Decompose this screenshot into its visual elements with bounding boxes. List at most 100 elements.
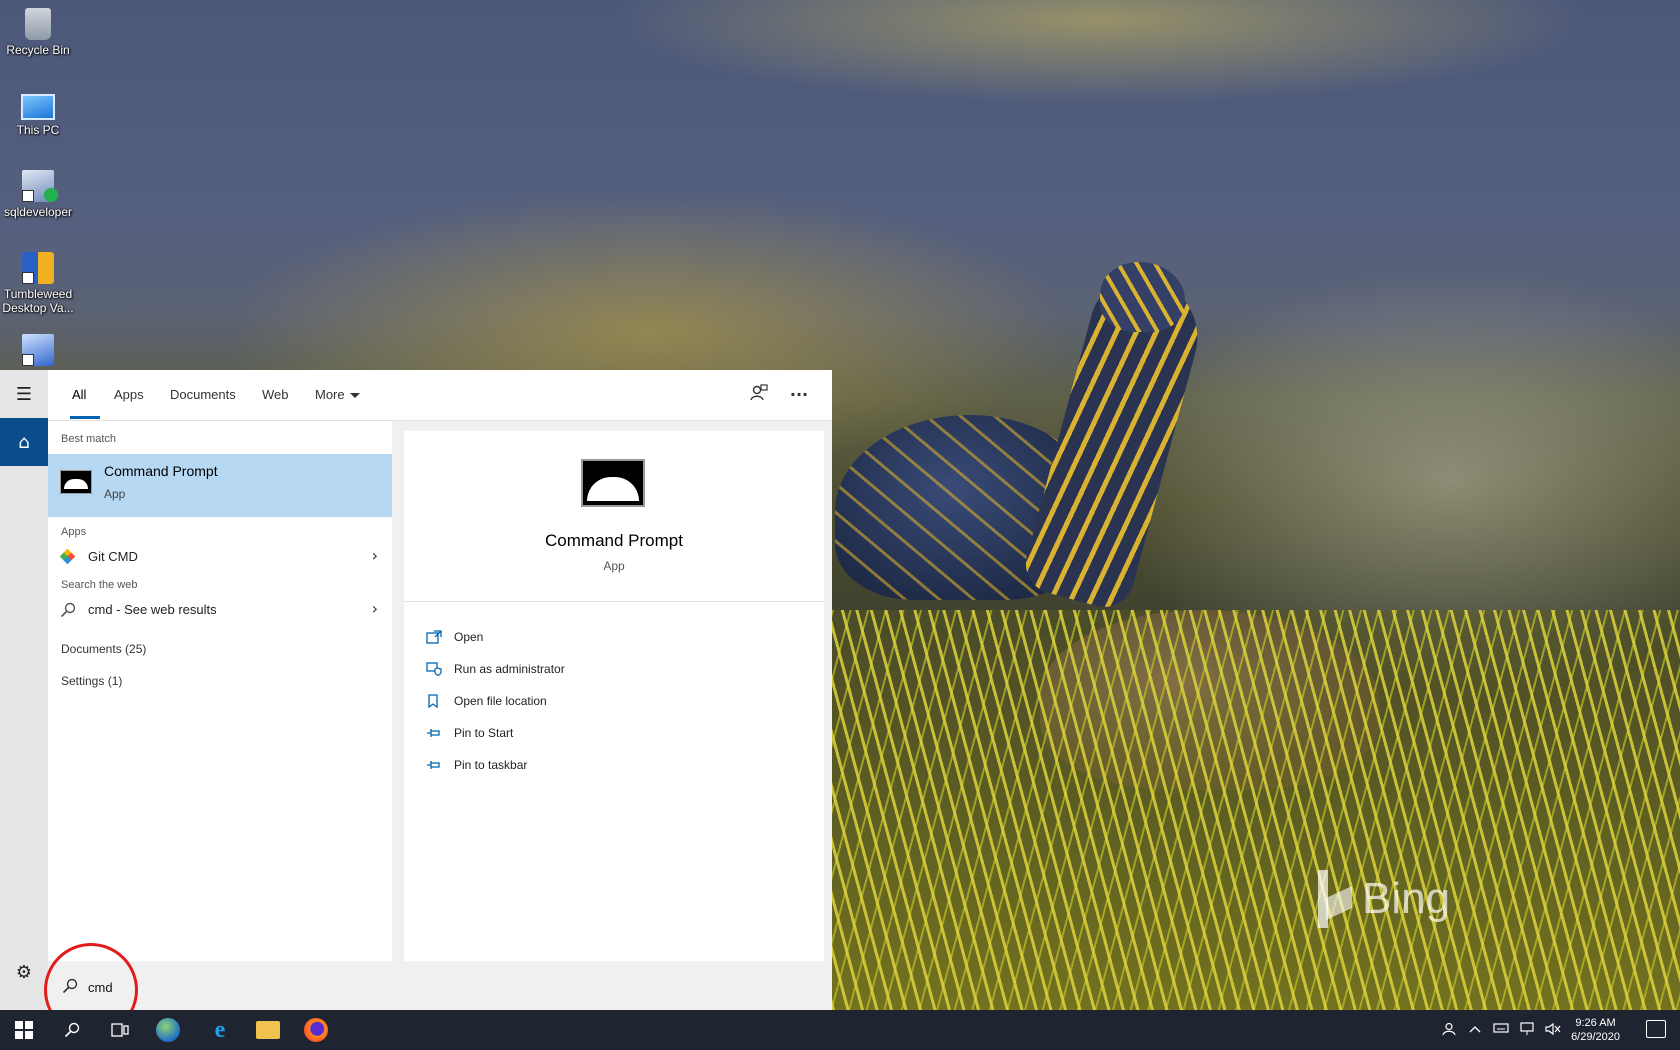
action-open-file-location[interactable]: Open file location (426, 691, 806, 715)
documents-category[interactable]: Documents (25) (61, 642, 146, 656)
command-prompt-icon (60, 470, 92, 494)
task-view-icon (111, 1023, 129, 1037)
hamburger-icon: ☰ (15, 383, 33, 405)
desktop-icon-label: sqldeveloper (3, 205, 73, 219)
recycle-bin-icon (25, 8, 51, 40)
desktop-icon-remote-desktop[interactable] (0, 334, 76, 369)
best-match-header: Best match (61, 433, 117, 445)
notification-center-icon[interactable] (1646, 1020, 1666, 1038)
keyboard-icon[interactable] (1493, 1022, 1509, 1038)
taskbar-app-internet-explorer[interactable]: e (196, 1010, 244, 1050)
command-prompt-icon (581, 459, 645, 507)
search-taskbar-button[interactable] (48, 1010, 96, 1050)
action-pin-to-taskbar[interactable]: Pin to taskbar (426, 755, 806, 779)
settings-category[interactable]: Settings (1) (61, 674, 122, 688)
firefox-icon (304, 1018, 328, 1042)
more-options-button[interactable]: ··· (788, 384, 810, 406)
search-tabbar: All Apps Documents Web More ··· (48, 370, 832, 421)
chevron-right-icon[interactable]: › (372, 546, 378, 565)
clock-date: 6/29/2020 (1571, 1031, 1620, 1043)
desktop-icon-this-pc[interactable]: This PC (0, 88, 76, 137)
result-web-search[interactable]: cmd - See web results › (48, 595, 392, 625)
globe-icon (156, 1018, 180, 1042)
result-label: Git CMD (88, 549, 138, 564)
settings-button[interactable]: ⚙ (0, 948, 48, 996)
best-match-title: Command Prompt (104, 463, 218, 479)
tab-apps[interactable]: Apps (114, 387, 144, 402)
action-label: Pin to Start (454, 726, 514, 740)
desktop-icon-sqldeveloper[interactable]: sqldeveloper (0, 170, 76, 219)
apps-header: Apps (61, 526, 87, 538)
action-run-as-administrator[interactable]: Run as administrator (426, 659, 806, 683)
feedback-icon[interactable] (748, 384, 770, 406)
result-label: cmd - See web results (88, 602, 217, 617)
desktop-icon-tumbleweed[interactable]: Tumbleweed Desktop Va... (0, 252, 76, 315)
windows-logo-icon (15, 1021, 33, 1039)
shield-icon (426, 662, 442, 677)
hamburger-menu-button[interactable]: ☰ (0, 370, 48, 418)
search-icon (60, 602, 76, 618)
desktop-icon-label: This PC (16, 123, 60, 137)
action-pin-to-start[interactable]: Pin to Start (426, 723, 806, 747)
result-git-cmd[interactable]: Git CMD › (48, 542, 392, 572)
home-icon: ⌂ (18, 431, 30, 453)
detail-divider (404, 601, 824, 602)
search-icon (64, 1022, 80, 1038)
tab-documents[interactable]: Documents (170, 387, 236, 402)
action-label: Pin to taskbar (454, 758, 528, 772)
wallpaper-grass (832, 610, 1680, 1010)
action-label: Open file location (454, 694, 547, 708)
start-rail: ☰ ⌂ ⚙ (0, 370, 48, 1010)
tab-more-label: More (315, 387, 345, 402)
search-panel: All Apps Documents Web More ··· Best mat… (48, 370, 832, 1010)
chevron-down-icon (349, 393, 360, 399)
clock-time: 9:26 AM (1575, 1017, 1616, 1029)
desktop-icon-label: Tumbleweed Desktop Va... (2, 287, 74, 315)
best-match-item[interactable]: Command Prompt App (48, 454, 392, 517)
tab-web[interactable]: Web (262, 387, 289, 402)
taskbar: e 9:26 AM 6/29/2020 (0, 1010, 1680, 1050)
results-list: Best match Command Prompt App Apps Git C… (48, 421, 392, 961)
taskbar-app-network[interactable] (144, 1010, 192, 1050)
detail-pane: Command Prompt App Open Run as administr… (404, 431, 824, 961)
tab-all[interactable]: All (72, 387, 86, 402)
search-box[interactable]: cmd (48, 967, 832, 1010)
system-tray: 9:26 AM 6/29/2020 (1441, 1010, 1620, 1050)
action-label: Open (454, 630, 484, 644)
chevron-up-icon[interactable] (1467, 1022, 1483, 1038)
folder-icon (256, 1021, 280, 1039)
home-button[interactable]: ⌂ (0, 418, 48, 466)
action-label: Run as administrator (454, 662, 565, 676)
network-icon[interactable] (1519, 1022, 1535, 1038)
git-icon (59, 548, 76, 565)
taskbar-app-firefox[interactable] (292, 1010, 340, 1050)
desktop-icon-recycle-bin[interactable]: Recycle Bin (0, 8, 76, 57)
bing-text: Bing (1362, 874, 1451, 923)
internet-explorer-icon: e (214, 1017, 226, 1043)
pin-icon (426, 726, 442, 740)
web-header: Search the web (61, 579, 138, 591)
tumbleweed-icon (22, 252, 54, 284)
desktop-icon-label: Recycle Bin (6, 43, 70, 57)
taskbar-clock[interactable]: 9:26 AM 6/29/2020 (1571, 1016, 1620, 1044)
chevron-right-icon[interactable]: › (372, 599, 378, 618)
action-open[interactable]: Open (426, 627, 806, 651)
person-icon[interactable] (1441, 1022, 1457, 1038)
computer-icon (21, 94, 55, 120)
volume-icon[interactable] (1545, 1022, 1561, 1038)
active-tab-indicator (70, 416, 100, 419)
detail-title: Command Prompt (545, 531, 683, 550)
wallpaper-turtle-head (1100, 262, 1185, 332)
bing-watermark: Bing (1318, 870, 1450, 928)
tab-more[interactable]: More (315, 387, 360, 402)
sqldeveloper-icon (22, 170, 58, 202)
task-view-button[interactable] (96, 1010, 144, 1050)
pin-icon (426, 758, 442, 772)
detail-subtitle: App (603, 559, 625, 573)
bing-logo-icon (1318, 870, 1352, 928)
file-location-icon (426, 694, 442, 709)
taskbar-app-file-explorer[interactable] (244, 1010, 292, 1050)
gear-icon: ⚙ (15, 961, 33, 983)
start-button[interactable] (0, 1010, 48, 1050)
open-icon (426, 630, 442, 644)
